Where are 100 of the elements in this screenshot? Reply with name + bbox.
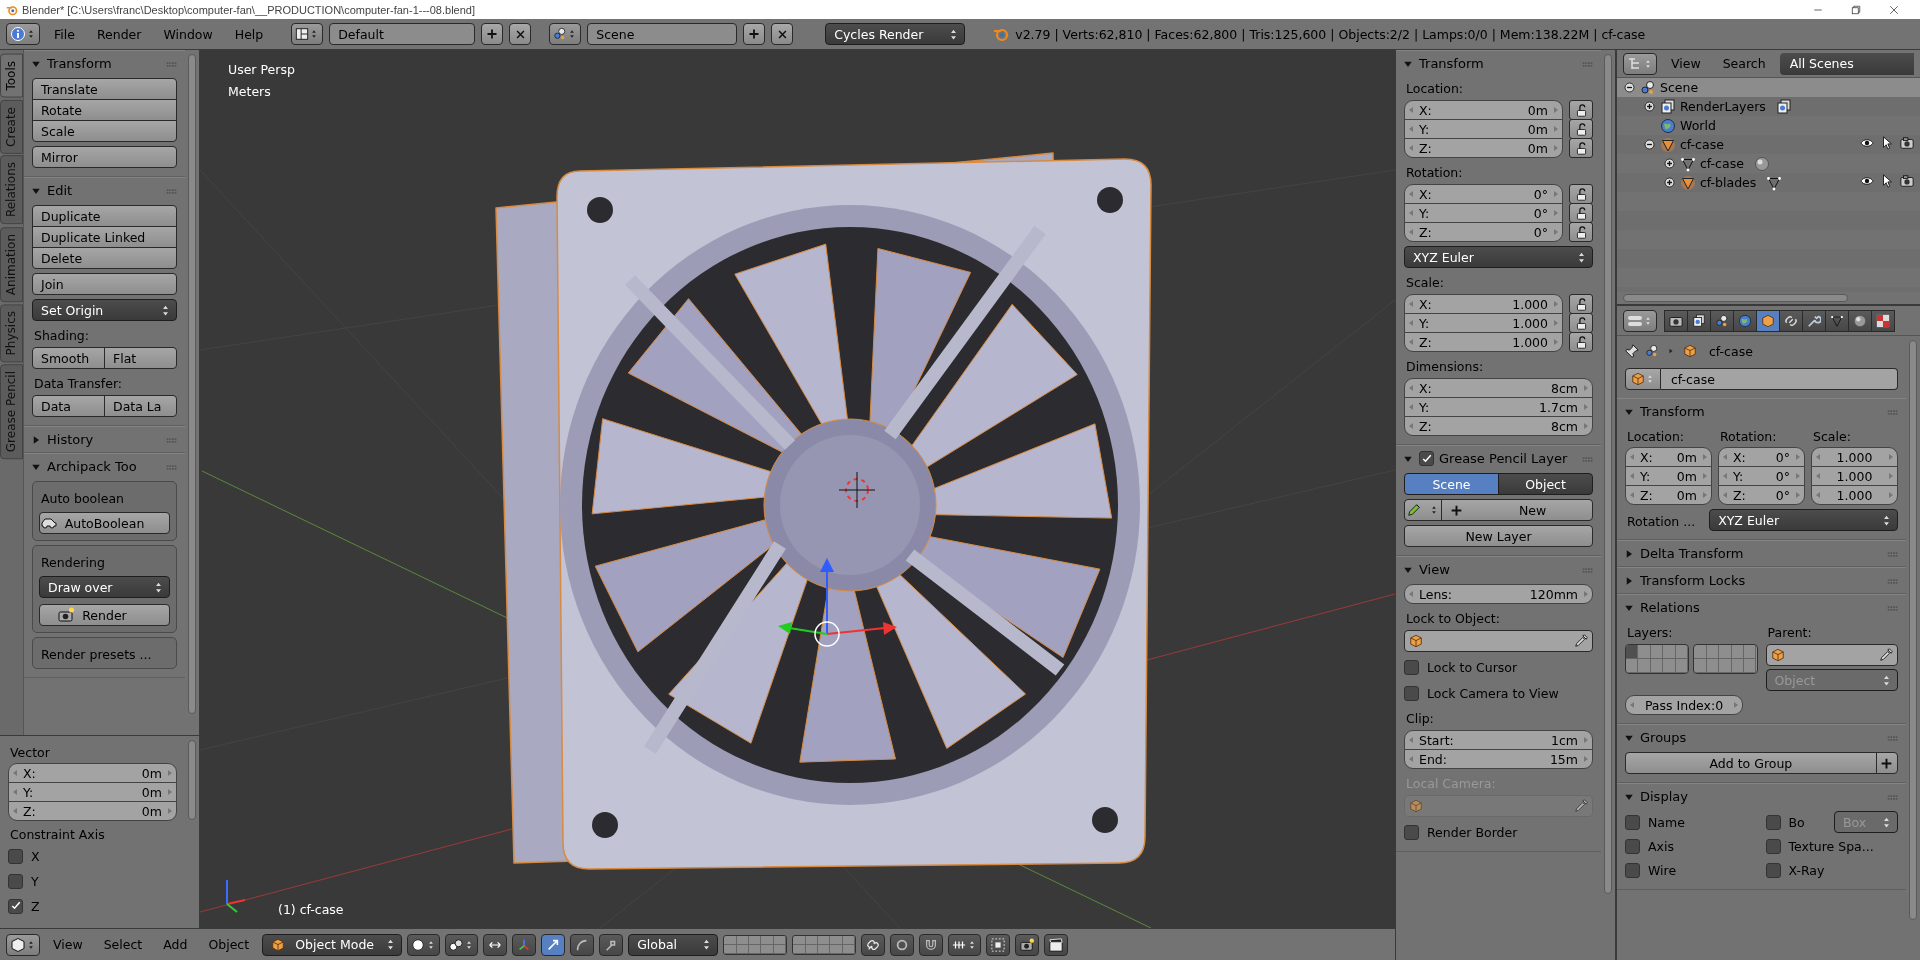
snap-button[interactable]	[919, 933, 944, 956]
number-field[interactable]: X: 0m	[1404, 100, 1563, 120]
lock-toggle[interactable]	[1569, 184, 1593, 204]
panel-header[interactable]: Relations	[1617, 595, 1906, 620]
object-field[interactable]	[1404, 630, 1593, 652]
checkbox[interactable]	[1765, 838, 1781, 854]
tool-button[interactable]: Render	[39, 604, 170, 626]
menu-item[interactable]: Help	[226, 26, 272, 42]
manipulator-toggle[interactable]	[483, 933, 508, 956]
expand-icon[interactable]	[1663, 157, 1676, 170]
screen-layout-button[interactable]	[291, 23, 324, 45]
checkbox-option[interactable]: X-Ray	[1765, 859, 1825, 881]
checkbox[interactable]	[8, 898, 23, 914]
lock-toggle[interactable]	[1569, 138, 1593, 158]
panel-header[interactable]: History	[24, 427, 185, 452]
panel-header[interactable]: Archipack Too	[24, 454, 185, 479]
number-field[interactable]: Start: 1cm	[1404, 730, 1593, 750]
lock-toggle[interactable]	[1569, 119, 1593, 139]
panel-header[interactable]: View	[1396, 557, 1601, 582]
tool-button[interactable]: Translate	[32, 78, 177, 100]
object-name-field[interactable]: cf-case	[1661, 368, 1898, 390]
panel-header[interactable]: Display	[1617, 784, 1906, 809]
add-button[interactable]	[743, 23, 766, 45]
lock-layers-button[interactable]	[861, 933, 886, 956]
scene-field[interactable]: Scene	[587, 23, 738, 45]
manipulator-button[interactable]	[541, 933, 566, 956]
number-field[interactable]: X: 0m	[8, 763, 177, 783]
layer-grid[interactable]	[1625, 644, 1690, 674]
number-field[interactable]: Z: 8cm	[1404, 416, 1593, 436]
number-field[interactable]: Y: 1.7cm	[1404, 397, 1593, 417]
render-engine-dropdown[interactable]: Cycles Render	[825, 23, 966, 45]
number-field[interactable]: Y: 0°	[1404, 203, 1563, 223]
dropdown[interactable]: XYZ Euler	[1709, 509, 1898, 531]
properties-tab[interactable]	[1710, 309, 1734, 332]
number-field[interactable]: Z: 0°	[1404, 222, 1563, 242]
dropdown[interactable]: Set Origin	[32, 299, 177, 321]
tool-button[interactable]: AutoBoolean	[39, 512, 170, 534]
number-field[interactable]: X: 0m	[1625, 447, 1712, 467]
dropdown[interactable]: XYZ Euler	[1404, 246, 1593, 268]
number-field[interactable]: X: 0°	[1404, 184, 1563, 204]
number-field[interactable]: Z: 0m	[8, 801, 177, 821]
expand-icon[interactable]	[1643, 100, 1656, 113]
editor-type-button[interactable]	[6, 933, 40, 956]
lock-toggle[interactable]	[1569, 222, 1593, 242]
outliner-row[interactable]: Scene	[1617, 78, 1920, 97]
cursor-icon[interactable]	[1880, 174, 1894, 188]
number-field[interactable]: Y: 0m	[8, 782, 177, 802]
properties-tab[interactable]	[1664, 309, 1688, 332]
editor-type-button[interactable]	[1623, 52, 1657, 75]
add-button[interactable]	[1875, 752, 1898, 774]
checkbox-option[interactable]: X	[8, 845, 177, 867]
tool-button[interactable]: New Layer	[1404, 525, 1593, 547]
checkbox[interactable]	[1625, 814, 1640, 830]
checkbox[interactable]	[1765, 814, 1781, 830]
number-field[interactable]: Pass Index:0	[1625, 695, 1743, 715]
editor-type-button[interactable]	[1623, 309, 1657, 332]
lock-toggle[interactable]	[1569, 294, 1593, 314]
shelf-tab[interactable]: Tools	[0, 54, 23, 98]
render-animation-button[interactable]	[1044, 933, 1069, 956]
number-field[interactable]: Z: 0m	[1404, 138, 1563, 158]
menu-item[interactable]: Object	[200, 937, 258, 952]
tool-button[interactable]: Data La	[104, 395, 177, 417]
delete-button[interactable]	[771, 23, 794, 45]
orientation-dropdown[interactable]: Global	[628, 933, 719, 956]
collapse-icon[interactable]	[1643, 138, 1656, 151]
panel-header[interactable]: Transform	[24, 51, 185, 76]
layer-grid[interactable]	[723, 934, 788, 955]
number-field[interactable]: Lens: 120mm	[1404, 584, 1593, 604]
checkbox[interactable]	[1625, 838, 1640, 854]
object-selector[interactable]	[1625, 368, 1661, 390]
checkbox[interactable]	[1625, 862, 1640, 878]
tool-button[interactable]: Flat	[104, 347, 177, 369]
add-to-group-button[interactable]: Add to Group	[1625, 752, 1877, 774]
outliner-row[interactable]: cf-case	[1617, 135, 1920, 154]
menu-item[interactable]: Add	[155, 937, 196, 952]
number-field[interactable]: Y: 1.000	[1404, 313, 1563, 333]
checkbox-option[interactable]: Axis	[1625, 835, 1674, 857]
add-button[interactable]	[481, 23, 504, 45]
scrollbar[interactable]	[188, 54, 196, 714]
render-button[interactable]	[1015, 933, 1040, 956]
pencil-selector[interactable]	[1404, 499, 1442, 521]
checkbox[interactable]	[1419, 451, 1434, 466]
checkbox-option[interactable]: Z	[8, 895, 177, 917]
collapse-icon[interactable]	[1623, 81, 1636, 94]
number-field[interactable]: Z: 0m	[1625, 485, 1712, 505]
menu-item[interactable]: File	[46, 26, 83, 42]
panel-header[interactable]: Transform Locks	[1617, 568, 1906, 593]
properties-tab[interactable]	[1779, 309, 1803, 332]
editor-type-button[interactable]	[6, 23, 40, 45]
checkbox[interactable]	[8, 873, 23, 889]
properties-tab[interactable]	[1687, 309, 1711, 332]
outliner-row[interactable]: RenderLayers	[1617, 97, 1920, 116]
transform-gizmo-icon[interactable]	[778, 558, 897, 647]
checkbox-option[interactable]: Y	[8, 870, 177, 892]
manipulator-toggle[interactable]	[512, 933, 537, 956]
tool-button[interactable]: Rotate	[32, 99, 177, 121]
outliner-row[interactable]: World	[1617, 116, 1920, 135]
expand-icon[interactable]	[1663, 176, 1676, 189]
camera-icon[interactable]	[1900, 136, 1914, 150]
checkbox-option[interactable]: Wire	[1625, 859, 1677, 881]
